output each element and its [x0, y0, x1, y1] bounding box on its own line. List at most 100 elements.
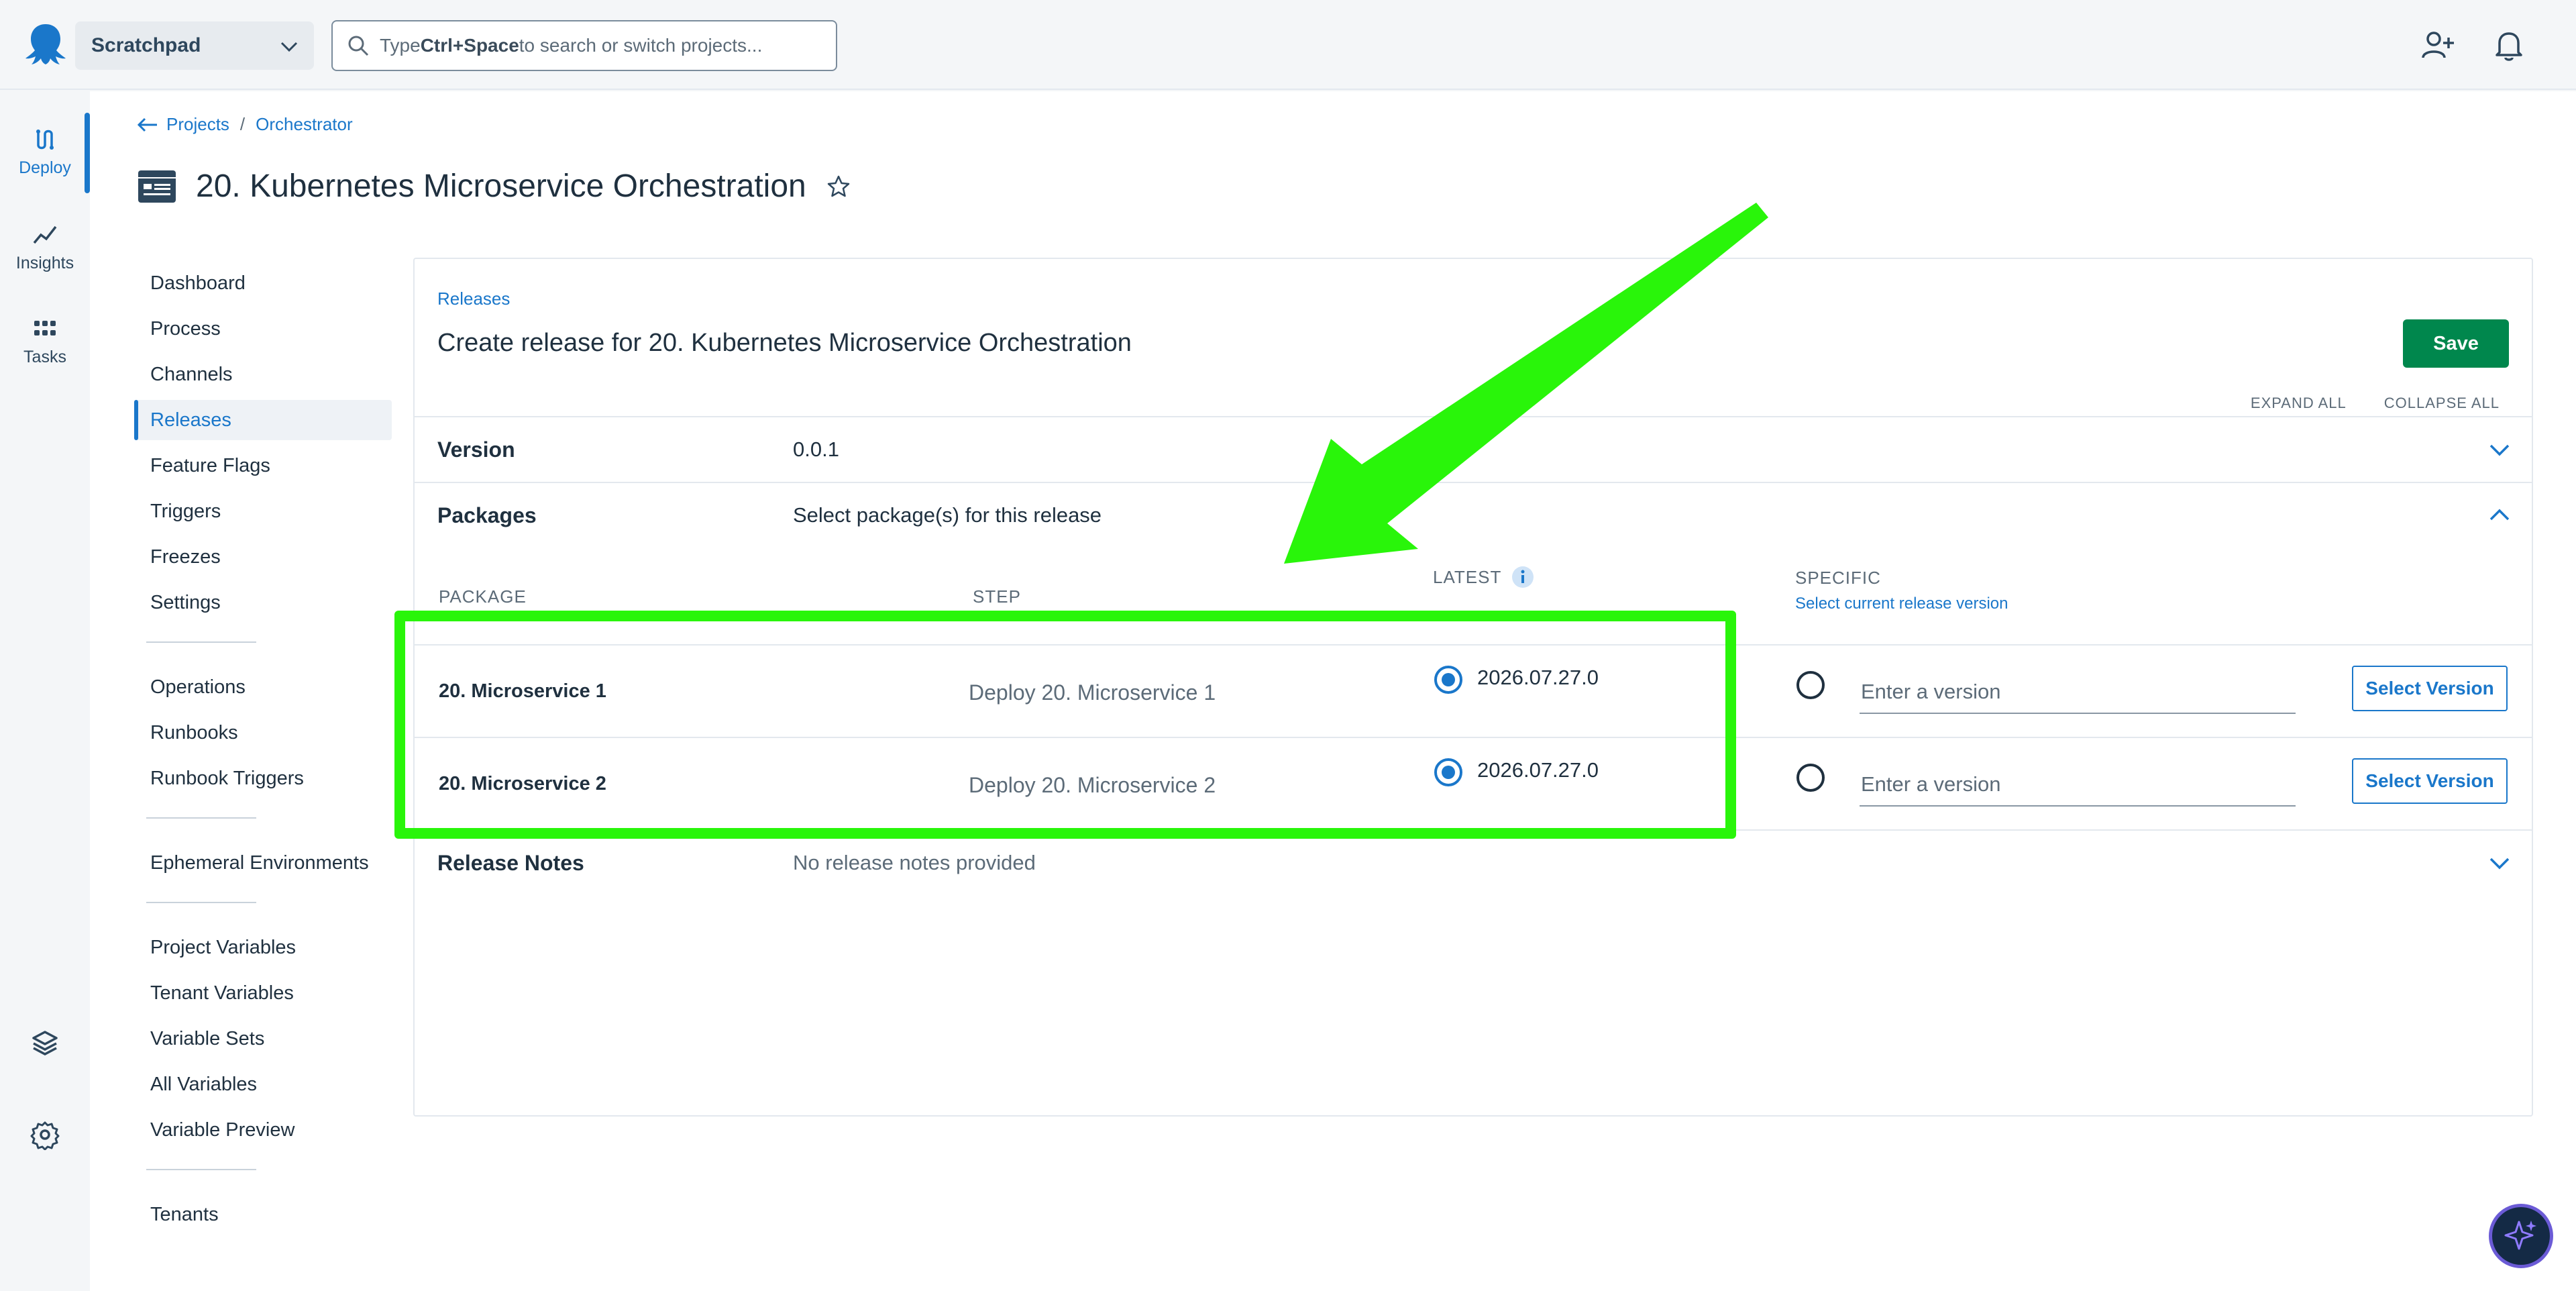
tasks-icon [34, 321, 56, 335]
rail-item-deploy[interactable]: Deploy [0, 126, 90, 178]
space-name: Scratchpad [91, 34, 201, 56]
package-step: Deploy 20. Microservice 1 [969, 680, 1216, 705]
column-header-package: PACKAGE [439, 586, 527, 607]
release-notes-section[interactable]: Release Notes No release notes provided [415, 829, 2532, 895]
nav-item-freezes[interactable]: Freezes [134, 537, 392, 577]
rail-label: Tasks [23, 348, 66, 366]
specific-radio[interactable] [1796, 671, 1825, 699]
nav-item-project-variables[interactable]: Project Variables [134, 927, 392, 968]
layers-icon[interactable] [30, 1028, 60, 1059]
nav-item-all-variables[interactable]: All Variables [134, 1064, 392, 1104]
breadcrumb-separator: / [239, 114, 246, 134]
nav-item-runbook-triggers[interactable]: Runbook Triggers [134, 758, 392, 798]
table-row: 20. Microservice 1 Deploy 20. Microservi… [415, 644, 2532, 737]
version-section[interactable]: Version 0.0.1 [415, 416, 2532, 482]
package-name: 20. Microservice 1 [439, 680, 606, 702]
rail-label: Deploy [19, 158, 71, 177]
package-name: 20. Microservice 2 [439, 773, 606, 794]
search-placeholder-post: to search or switch projects... [519, 35, 763, 56]
packages-section-header[interactable]: Packages Select package(s) for this rele… [415, 482, 2532, 549]
package-step: Deploy 20. Microservice 2 [969, 773, 1216, 797]
gear-icon[interactable] [30, 1119, 60, 1150]
column-header-latest: LATEST [1433, 565, 1535, 589]
select-version-button[interactable]: Select Version [2352, 758, 2508, 804]
version-field[interactable] [1860, 671, 2296, 714]
table-row: 20. Microservice 2 Deploy 20. Microservi… [415, 737, 2532, 829]
deploy-icon [36, 130, 54, 150]
nav-item-tenants[interactable]: Tenants [134, 1194, 392, 1235]
nav-item-feature-flags[interactable]: Feature Flags [134, 446, 392, 486]
release-notes-label: Release Notes [437, 851, 584, 875]
nav-item-operations[interactable]: Operations [134, 667, 392, 707]
left-rail: Deploy Insights Tasks MC [0, 90, 90, 1291]
specific-radio[interactable] [1796, 764, 1825, 792]
nav-divider [146, 641, 256, 643]
nav-item-tenant-variables[interactable]: Tenant Variables [134, 973, 392, 1013]
page-header: 20. Kubernetes Microservice Orchestratio… [137, 168, 851, 205]
search-input[interactable]: Type Ctrl+Space to search or switch proj… [331, 20, 837, 71]
nav-item-releases[interactable]: Releases [134, 400, 392, 440]
nav-item-variable-preview[interactable]: Variable Preview [134, 1110, 392, 1150]
top-bar: Scratchpad Type Ctrl+Space to search or … [0, 0, 2576, 90]
latest-radio[interactable] [1434, 666, 1462, 694]
project-nav: Dashboard Process Channels Releases Feat… [134, 263, 392, 1240]
page-title: 20. Kubernetes Microservice Orchestratio… [196, 168, 806, 204]
expand-collapse-controls: EXPAND ALL COLLAPSE ALL [2251, 395, 2500, 412]
version-value: 0.0.1 [793, 437, 839, 461]
version-label: Version [437, 437, 515, 462]
nav-item-triggers[interactable]: Triggers [134, 491, 392, 531]
add-user-icon[interactable] [2419, 27, 2457, 64]
latest-label: LATEST [1433, 566, 1502, 587]
latest-radio[interactable] [1434, 758, 1462, 786]
nav-item-ephemeral-environments[interactable]: Ephemeral Environments [134, 843, 392, 883]
select-version-button[interactable]: Select Version [2352, 666, 2508, 711]
nav-item-channels[interactable]: Channels [134, 354, 392, 395]
nav-item-settings[interactable]: Settings [134, 582, 392, 623]
column-header-specific: SPECIFIC [1795, 568, 1881, 588]
info-icon[interactable] [1511, 565, 1535, 589]
nav-item-runbooks[interactable]: Runbooks [134, 713, 392, 753]
rail-item-tasks[interactable]: Tasks [0, 315, 90, 367]
packages-label: Packages [437, 503, 537, 527]
bell-icon[interactable] [2490, 27, 2528, 64]
expand-all-link[interactable]: EXPAND ALL [2251, 395, 2347, 412]
create-release-title: Create release for 20. Kubernetes Micros… [437, 329, 1132, 357]
version-field[interactable] [1860, 764, 2296, 807]
create-release-card: Releases Create release for 20. Kubernet… [413, 258, 2533, 1117]
select-current-version-link[interactable]: Select current release version [1795, 595, 2008, 613]
release-notes-value: No release notes provided [793, 851, 1036, 874]
chevron-down-icon [280, 42, 298, 52]
breadcrumb-projects-link[interactable]: Projects [166, 114, 229, 135]
insights-icon [33, 225, 57, 244]
ai-assistant-button[interactable] [2489, 1204, 2553, 1268]
octopus-logo-icon[interactable] [20, 20, 71, 71]
nav-item-process[interactable]: Process [134, 309, 392, 349]
arrow-left-icon[interactable] [137, 116, 158, 134]
save-button[interactable]: Save [2403, 319, 2509, 368]
nav-item-variable-sets[interactable]: Variable Sets [134, 1019, 392, 1059]
sparkle-icon [2504, 1221, 2536, 1250]
search-placeholder-pre: Type [380, 35, 421, 56]
latest-version: 2026.07.27.0 [1477, 666, 1599, 689]
rail-item-insights[interactable]: Insights [0, 221, 90, 273]
search-icon [348, 36, 369, 56]
star-icon[interactable] [826, 174, 851, 199]
nav-divider [146, 817, 256, 819]
nav-divider [146, 902, 256, 903]
space-switcher[interactable]: Scratchpad [75, 21, 314, 70]
breadcrumb-current-link[interactable]: Orchestrator [256, 114, 353, 135]
latest-version: 2026.07.27.0 [1477, 758, 1599, 782]
search-placeholder-key: Ctrl+Space [420, 35, 519, 56]
packages-summary: Select package(s) for this release [793, 503, 1102, 527]
chevron-down-icon[interactable] [2487, 851, 2512, 875]
chevron-up-icon[interactable] [2487, 503, 2512, 527]
nav-item-dashboard[interactable]: Dashboard [134, 263, 392, 303]
project-logo-icon [138, 170, 176, 203]
chevron-down-icon[interactable] [2487, 437, 2512, 462]
releases-link[interactable]: Releases [437, 289, 510, 309]
breadcrumb: Projects / Orchestrator [137, 114, 353, 135]
column-header-step: STEP [973, 586, 1021, 607]
rail-label: Insights [15, 254, 74, 272]
nav-divider [146, 1169, 256, 1170]
collapse-all-link[interactable]: COLLAPSE ALL [2384, 395, 2500, 412]
